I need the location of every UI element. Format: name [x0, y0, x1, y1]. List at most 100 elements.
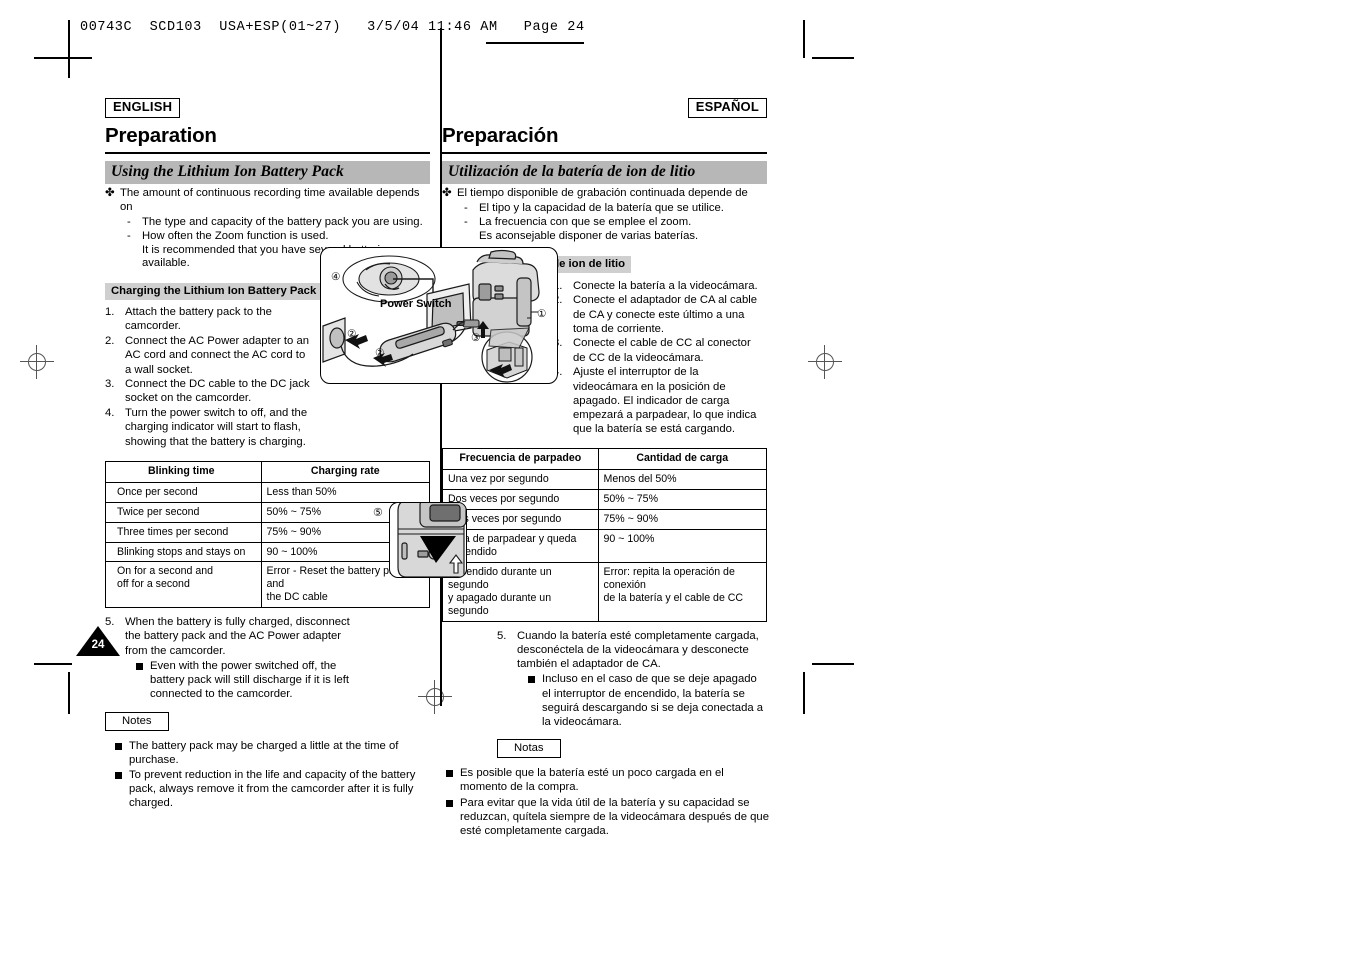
notes-list-spanish: Es posible que la batería esté un poco c…	[446, 766, 771, 838]
crop-mark-top-right-h	[812, 57, 854, 59]
note-text: Es posible que la batería esté un poco c…	[460, 767, 724, 794]
callout-number-5: ⑤	[373, 507, 383, 519]
notes-flag-spanish: Notas	[497, 739, 564, 762]
step-item: 1. Attach the battery pack to the camcor…	[105, 305, 313, 333]
spanish-badge-row: ESPAÑOL	[442, 98, 767, 118]
clover-bullet-icon: ✤	[442, 187, 452, 200]
table-row: On for a second and off for a second Err…	[105, 561, 431, 609]
step-text: Connect the DC cable to the DC jack sock…	[125, 378, 310, 405]
table-header-cell: Blinking time	[105, 460, 262, 483]
lead-subitem: - La frecuencia con que se emplee el zoo…	[464, 216, 767, 230]
step5-english: 5. When the battery is fully charged, di…	[105, 615, 353, 658]
table-cell: 50% ~ 75%	[597, 489, 768, 511]
page-title-english: Preparation	[105, 123, 217, 147]
lead-subnote-text: Es aconsejable disponer de varias baterí…	[479, 229, 699, 242]
callout-number-4: ④	[331, 272, 341, 283]
step-item: 5. When the battery is fully charged, di…	[105, 615, 353, 658]
step-number: 4.	[105, 407, 115, 420]
table-cell: Menos del 50%	[597, 469, 768, 491]
table-cell: 90 ~ 100%	[597, 529, 768, 563]
step-number: 2.	[105, 335, 115, 348]
charging-setup-illustration: ④ ① ② ② ③	[320, 247, 558, 384]
callout-number-3: ③	[471, 333, 481, 344]
registration-mark-left	[20, 345, 54, 379]
step-number: 5.	[497, 629, 507, 642]
note-item: To prevent reduction in the life and cap…	[115, 768, 427, 811]
table-header-row: Blinking time Charging rate	[105, 460, 431, 483]
lead-sublist: - El tipo y la capacidad de la batería q…	[464, 202, 767, 243]
step5-spanish: 5. Cuando la batería esté completamente …	[497, 629, 767, 672]
callout-number-2b: ②	[375, 348, 385, 359]
bar-heading-spanish: Utilización de la batería de ion de liti…	[442, 161, 767, 185]
notes-flag-english: Notes	[105, 711, 172, 734]
lead-text: The amount of continuous recording time …	[120, 187, 420, 214]
step-text: Attach the battery pack to the camcorder…	[125, 306, 272, 333]
crop-mark-bottom-left-h	[34, 663, 72, 665]
square-bullet-icon	[115, 771, 122, 779]
table-cell: Una vez por segundo	[442, 469, 599, 491]
crop-mark-bottom-left-v	[68, 672, 70, 714]
battery-release-illustration	[389, 502, 467, 578]
header-underline	[486, 42, 584, 44]
lead-subnote: Es aconsejable disponer de varias baterí…	[464, 230, 767, 244]
bullet-text: Even with the power switched off, the ba…	[150, 659, 350, 701]
square-bullet-icon	[446, 799, 453, 807]
dash-icon: -	[127, 229, 131, 242]
lead-subitem-text: The type and capacity of the battery pac…	[142, 216, 423, 228]
charging-table-english: Blinking time Charging rate Once per sec…	[105, 460, 431, 609]
language-badge-english: ENGLISH	[105, 98, 181, 118]
table-cell: Twice per second	[105, 501, 262, 523]
table-cell: Error: repita la operación de conexión d…	[597, 562, 768, 622]
table-row: Dos veces por segundo 50% ~ 75%	[442, 489, 768, 511]
dash-icon: -	[127, 216, 131, 228]
step-number: 1.	[105, 306, 115, 319]
table-header-cell: Frecuencia de parpadeo	[442, 448, 599, 471]
step-text: Conecte la batería a la videocámara.	[573, 279, 758, 292]
step-item: 4. Ajuste el interruptor de la videocáma…	[553, 365, 763, 436]
language-badge-spanish: ESPAÑOL	[687, 98, 767, 118]
table-header-row: Frecuencia de parpadeo Cantidad de carga	[442, 448, 768, 471]
title-rule-spanish	[442, 151, 767, 155]
lead-subitem-text: El tipo y la capacidad de la batería que…	[479, 202, 724, 215]
note-text: To prevent reduction in the life and cap…	[129, 768, 416, 810]
square-bullet-icon	[446, 770, 453, 778]
lead-item: ✤ The amount of continuous recording tim…	[105, 187, 430, 215]
table-row: Encendido durante un segundo y apagado d…	[442, 562, 768, 622]
lead-subitem: - The type and capacity of the battery p…	[127, 216, 430, 230]
note-text: Para evitar que la vida útil de la bater…	[460, 796, 769, 838]
step-number: 3.	[105, 378, 115, 391]
lead-subitem-text: How often the Zoom function is used.	[142, 229, 329, 242]
step-text: Turn the power switch to off, and the ch…	[125, 407, 308, 448]
note-text: The battery pack may be charged a little…	[129, 739, 399, 766]
lead-subitem: - El tipo y la capacidad de la batería q…	[464, 202, 767, 216]
step-item: 3. Connect the DC cable to the DC jack s…	[105, 377, 313, 405]
lead-item: ✤ El tiempo disponible de grabación cont…	[442, 187, 767, 201]
charging-table-spanish: Frecuencia de parpadeo Cantidad de carga…	[442, 448, 768, 622]
page-title-spanish: Preparación	[442, 123, 559, 147]
table-row: Three times per second 75% ~ 90%	[105, 521, 431, 543]
bullet-item: Even with the power switched off, the ba…	[136, 659, 354, 702]
step-text: Conecte el cable de CC al conector de CC…	[573, 337, 751, 364]
print-job-header-text: 00743C SCD103 USA+ESP(01~27) 3/5/04 11:4…	[80, 20, 585, 35]
table-row: Once per second Less than 50%	[105, 481, 431, 503]
table-header-cell: Charging rate	[260, 460, 431, 483]
square-bullet-icon	[528, 676, 535, 684]
step-item: 4. Turn the power switch to off, and the…	[105, 406, 313, 449]
english-column: ENGLISH Preparation Using the Lithium Io…	[105, 98, 431, 812]
callout-leader-1	[527, 311, 538, 319]
table-row: Una vez por segundo Menos del 50%	[442, 469, 768, 491]
header-left-bar	[68, 20, 70, 44]
step-text: Conecte el adaptador de CA al cable de C…	[573, 294, 758, 335]
step5-bullets-english: Even with the power switched off, the ba…	[136, 659, 354, 702]
lead-text: El tiempo disponible de grabación contin…	[457, 187, 748, 200]
table-cell: Three times per second	[105, 521, 262, 543]
notes-list-english: The battery pack may be charged a little…	[115, 739, 427, 811]
spanish-column: ESPAÑOL Preparación Utilización de la ba…	[442, 98, 769, 839]
callout-number-2a: ②	[347, 329, 357, 340]
note-item: The battery pack may be charged a little…	[115, 739, 427, 767]
table-cell: Blinking stops and stays on	[105, 541, 262, 563]
step-text: When the battery is fully charged, disco…	[125, 616, 350, 657]
step-item: 2. Connect the AC Power adapter to an AC…	[105, 334, 313, 377]
